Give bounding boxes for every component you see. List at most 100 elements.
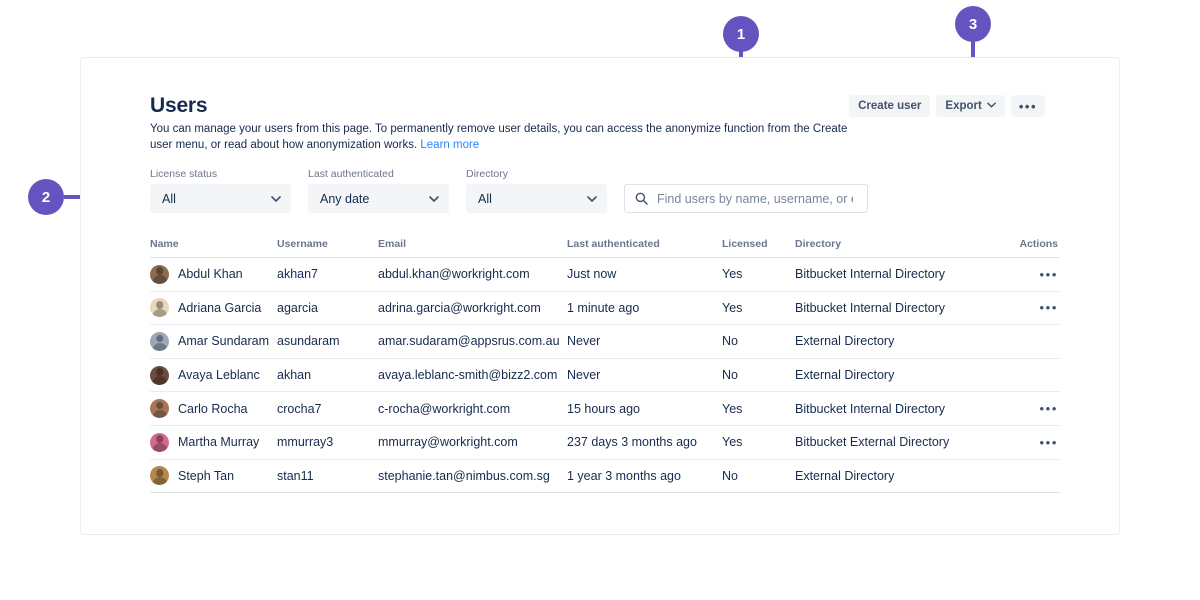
cell-licensed: No xyxy=(722,334,738,349)
cell-email: abdul.khan@workright.com xyxy=(378,267,530,282)
cell-username: akhan7 xyxy=(277,267,319,282)
column-header-actions: Actions xyxy=(1019,237,1058,250)
row-actions-button[interactable]: ••• xyxy=(1040,267,1058,282)
avatar xyxy=(150,399,169,419)
column-header-name: Name xyxy=(150,237,179,250)
cell-username: akhan xyxy=(277,368,312,383)
filter-license-status-label: License status xyxy=(150,168,218,180)
table-row[interactable]: Adriana Garcia agarcia adrina.garcia@workr… xyxy=(150,292,1060,326)
chevron-down-icon xyxy=(587,194,597,204)
cell-last-authenticated: 237 days 3 months ago xyxy=(567,435,697,450)
avatar xyxy=(150,466,169,486)
cell-last-authenticated: 1 minute ago xyxy=(567,300,640,315)
cell-email: adrina.garcia@workright.com xyxy=(378,300,541,315)
cell-name: Amar Sundaram xyxy=(150,331,277,351)
search-icon xyxy=(635,192,648,205)
cell-name: Avaya Leblanc xyxy=(150,365,277,385)
directory-value: All xyxy=(478,191,492,206)
cell-name: Martha Murray xyxy=(150,432,277,452)
cell-directory: Bitbucket Internal Directory xyxy=(795,300,946,315)
cell-actions: ••• xyxy=(1000,300,1060,315)
cell-email: amar.sudaram@appsrus.com.au xyxy=(378,334,560,349)
cell-licensed: Yes xyxy=(722,401,743,416)
cell-licensed: Yes xyxy=(722,267,743,282)
export-button[interactable]: Export xyxy=(936,95,1005,117)
user-name: Steph Tan xyxy=(178,468,235,483)
export-button-label: Export xyxy=(945,100,982,112)
filter-bar: License status All Last authenticated An… xyxy=(150,168,868,213)
cell-username: asundaram xyxy=(277,334,340,349)
cell-last-authenticated: Never xyxy=(567,368,601,383)
users-table: Name Username Email Last authenticated L… xyxy=(150,238,1060,494)
filter-directory: Directory All xyxy=(466,168,607,213)
search-box[interactable] xyxy=(624,184,868,213)
screenshot-root: 1 3 2 Users You can manage your users fr… xyxy=(0,0,1200,600)
cell-licensed: Yes xyxy=(722,300,743,315)
license-status-value: All xyxy=(162,191,176,206)
page-title: Users xyxy=(150,94,208,117)
avatar xyxy=(150,264,169,284)
cell-directory: Bitbucket Internal Directory xyxy=(795,267,946,282)
page-description: You can manage your users from this page… xyxy=(150,121,850,153)
callout-badge-1: 1 xyxy=(723,16,759,52)
license-status-select[interactable]: All xyxy=(150,184,291,213)
cell-actions: ••• xyxy=(1000,401,1060,416)
cell-directory: Bitbucket Internal Directory xyxy=(795,401,946,416)
cell-email: stephanie.tan@nimbus.com.sg xyxy=(378,468,550,483)
cell-username: agarcia xyxy=(277,300,318,315)
filter-license-status: License status All xyxy=(150,168,291,213)
table-row[interactable]: Avaya Leblanc akhan avaya.leblanc-smith@bi… xyxy=(150,359,1060,393)
cell-name: Steph Tan xyxy=(150,466,277,486)
column-header-licensed: Licensed xyxy=(722,237,768,250)
cell-licensed: No xyxy=(722,468,738,483)
cell-name: Abdul Khan xyxy=(150,264,277,284)
filter-last-authenticated-label: Last authenticated xyxy=(308,168,394,180)
cell-last-authenticated: 15 hours ago xyxy=(567,401,640,416)
table-row[interactable]: Martha Murray mmurray3 mmurray@workright.c… xyxy=(150,426,1060,460)
chevron-down-icon xyxy=(429,194,439,204)
row-actions-button[interactable]: ••• xyxy=(1040,435,1058,450)
table-row[interactable]: Steph Tan stan11 stephanie.tan@nimbus.com.… xyxy=(150,460,1060,494)
cell-last-authenticated: Just now xyxy=(567,267,617,282)
callout-badge-3: 3 xyxy=(955,6,991,42)
row-actions-button[interactable]: ••• xyxy=(1040,401,1058,416)
create-user-button[interactable]: Create user xyxy=(849,95,931,117)
row-actions-button[interactable]: ••• xyxy=(1040,300,1058,315)
directory-select[interactable]: All xyxy=(466,184,607,213)
cell-directory: External Directory xyxy=(795,468,895,483)
more-options-button[interactable]: ••• xyxy=(1010,95,1045,117)
column-header-email: Email xyxy=(378,237,407,250)
user-name: Amar Sundaram xyxy=(178,334,270,349)
chevron-down-icon xyxy=(987,101,996,110)
cell-licensed: No xyxy=(722,368,738,383)
cell-last-authenticated: 1 year 3 months ago xyxy=(567,468,681,483)
cell-email: avaya.leblanc-smith@bizz2.com xyxy=(378,368,558,383)
avatar xyxy=(150,331,169,351)
table-row[interactable]: Amar Sundaram asundaram amar.sudaram@appsr… xyxy=(150,325,1060,359)
filter-directory-label: Directory xyxy=(466,168,509,180)
search-field xyxy=(624,184,868,213)
chevron-down-glyph xyxy=(987,101,996,108)
column-header-username: Username xyxy=(277,237,328,250)
cell-actions: ••• xyxy=(1000,435,1060,450)
table-row[interactable]: Abdul Khan akhan7 abdul.khan@workright.com… xyxy=(150,258,1060,292)
cell-name: Adriana Garcia xyxy=(150,298,277,318)
cell-email: c-rocha@workright.com xyxy=(378,401,511,416)
table-row[interactable]: Carlo Rocha crocha7 c-rocha@workright.com 1… xyxy=(150,392,1060,426)
user-name: Carlo Rocha xyxy=(178,401,248,416)
cell-last-authenticated: Never xyxy=(567,334,601,349)
user-name: Avaya Leblanc xyxy=(178,368,260,383)
cell-directory: External Directory xyxy=(795,368,895,383)
cell-directory: External Directory xyxy=(795,334,895,349)
last-authenticated-select[interactable]: Any date xyxy=(308,184,449,213)
description-text: You can manage your users from this page… xyxy=(150,123,848,151)
cell-username: stan11 xyxy=(277,468,314,483)
user-name: Abdul Khan xyxy=(178,267,243,282)
table-body: Abdul Khan akhan7 abdul.khan@workright.com… xyxy=(150,258,1060,494)
search-input[interactable] xyxy=(655,190,855,207)
table-header-row: Name Username Email Last authenticated L… xyxy=(150,238,1060,258)
cell-directory: Bitbucket External Directory xyxy=(795,435,950,450)
cell-username: crocha7 xyxy=(277,401,322,416)
cell-name: Carlo Rocha xyxy=(150,399,277,419)
learn-more-link[interactable]: Learn more xyxy=(420,139,479,151)
